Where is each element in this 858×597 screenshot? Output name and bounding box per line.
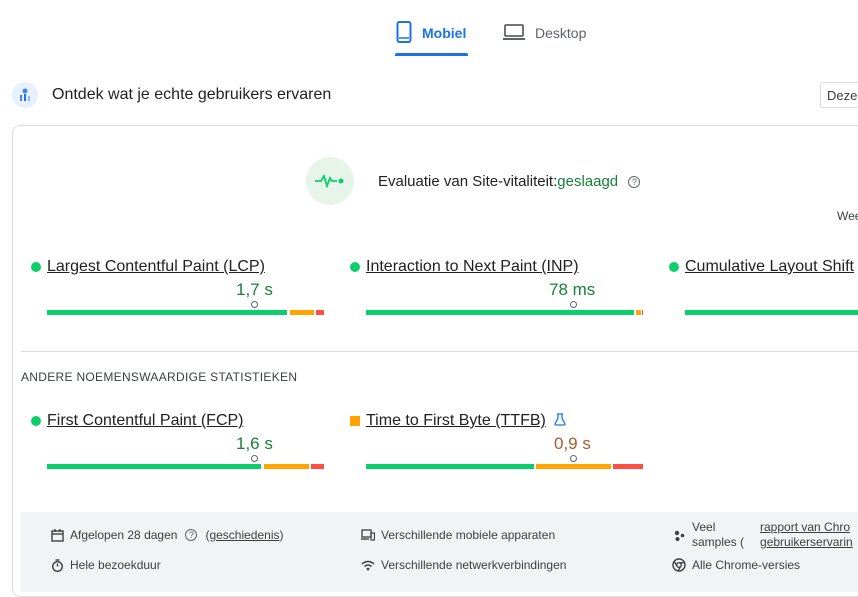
percentile-marker	[569, 301, 577, 308]
samples-icon	[672, 528, 686, 542]
crux-title: Ontdek wat je echte gebruikers ervaren	[52, 86, 332, 103]
header-action-button[interactable]: Deze	[820, 82, 858, 108]
metric-lcp: Largest Contentful Paint (LCP) 1,7 s	[31, 258, 331, 328]
tab-mobile[interactable]: Mobiel	[396, 18, 466, 48]
metric-fcp-value: 1,6 s	[236, 434, 273, 453]
metric-cls: Cumulative Layout Shift	[669, 258, 858, 328]
help-icon[interactable]: ?	[628, 176, 641, 189]
tab-desktop-label: Desktop	[535, 25, 587, 41]
good-status-dot	[31, 416, 41, 426]
field-data-footer: Afgelopen 28 dagen ? (geschiedenis) Hele…	[21, 512, 858, 592]
crux-report-link-line2[interactable]: gebruikerservarin	[760, 535, 853, 550]
metric-lcp-distribution-bar	[47, 301, 324, 315]
crux-header: Ontdek wat je echte gebruikers ervaren	[12, 82, 331, 108]
assessment-label: Evaluatie van Site-vitaliteit:	[378, 173, 558, 190]
duration-info: Hele bezoekduur	[50, 558, 161, 572]
good-status-dot	[669, 262, 679, 272]
laptop-icon	[503, 23, 525, 43]
samples-line2: samples (	[692, 535, 745, 549]
flask-icon	[554, 413, 566, 429]
average-segment	[636, 310, 641, 315]
samples-info: Veel samples ( rapport van Chro gebruike…	[672, 520, 853, 550]
history-link[interactable]: geschiedenis	[209, 528, 279, 542]
stopwatch-icon	[50, 558, 64, 572]
pulse-icon	[306, 157, 354, 205]
devices-label: Verschillende mobiele apparaten	[381, 528, 556, 542]
poor-segment	[316, 310, 324, 315]
metric-lcp-link[interactable]: Largest Contentful Paint (LCP)	[47, 258, 265, 276]
good-segment	[366, 310, 634, 315]
average-segment	[290, 310, 314, 315]
crux-logo-icon	[12, 82, 38, 108]
good-status-dot	[31, 262, 41, 272]
average-status-square	[350, 416, 360, 426]
poor-segment	[311, 464, 324, 469]
calendar-icon	[50, 528, 64, 542]
section-divider	[21, 351, 858, 352]
chrome-label: Alle Chrome-versies	[692, 558, 801, 572]
good-segment	[47, 310, 287, 315]
network-info: Verschillende netwerkverbindingen	[361, 558, 566, 572]
duration-label: Hele bezoekduur	[70, 558, 161, 572]
assessment-result: geslaagd	[557, 173, 619, 190]
chrome-info: Alle Chrome-versies	[672, 558, 800, 572]
metric-lcp-value: 1,7 s	[236, 280, 273, 299]
metric-fcp-distribution-bar	[47, 455, 324, 469]
percentile-marker	[250, 301, 258, 308]
metric-cls-distribution-bar	[685, 310, 858, 315]
period-label: Afgelopen 28 dagen	[70, 528, 178, 542]
network-label: Verschillende netwerkverbindingen	[381, 558, 567, 572]
devices-icon	[361, 528, 375, 542]
good-segment	[685, 310, 858, 315]
metric-fcp: First Contentful Paint (FCP) 1,6 s	[31, 412, 331, 482]
poor-segment	[642, 310, 643, 315]
metric-cls-link[interactable]: Cumulative Layout Shift	[685, 258, 854, 276]
metric-inp-link[interactable]: Interaction to Next Paint (INP)	[366, 258, 579, 276]
metric-ttfb-distribution-bar	[366, 455, 643, 469]
samples-line1: Veel	[692, 520, 716, 534]
crux-report-link[interactable]: rapport van Chro	[760, 520, 853, 535]
wifi-icon	[361, 558, 375, 572]
metric-inp-value: 78 ms	[549, 280, 596, 299]
period-help-icon[interactable]: ?	[185, 529, 198, 541]
form-factor-tabs: Mobiel Desktop	[0, 0, 858, 60]
good-segment	[366, 464, 534, 469]
good-status-dot	[350, 262, 360, 272]
percentile-marker	[250, 455, 258, 462]
average-segment	[264, 464, 309, 469]
tab-mobile-label: Mobiel	[422, 25, 467, 41]
metric-inp-distribution-bar	[366, 301, 643, 315]
active-tab-indicator	[395, 53, 468, 56]
metric-ttfb-value: 0,9 s	[554, 434, 591, 453]
period-info: Afgelopen 28 dagen ? (geschiedenis)	[50, 528, 284, 542]
metric-fcp-link[interactable]: First Contentful Paint (FCP)	[47, 412, 244, 430]
metric-inp: Interaction to Next Paint (INP) 78 ms	[350, 258, 650, 328]
cwv-assessment: Evaluatie van Site-vitaliteit:geslaagd ?	[378, 173, 641, 190]
assessment-cut-label: Wee	[837, 209, 858, 223]
average-segment	[536, 464, 611, 469]
metric-ttfb-link[interactable]: Time to First Byte (TTFB)	[366, 412, 546, 430]
chrome-icon	[672, 558, 686, 572]
metric-ttfb: Time to First Byte (TTFB) 0,9 s	[350, 412, 650, 482]
devices-info: Verschillende mobiele apparaten	[361, 528, 555, 542]
good-segment	[47, 464, 261, 469]
phone-icon	[396, 20, 412, 46]
percentile-marker	[569, 455, 577, 462]
other-metrics-title: ANDERE NOEMENSWAARDIGE STATISTIEKEN	[21, 370, 298, 384]
poor-segment	[613, 464, 643, 469]
tab-desktop[interactable]: Desktop	[503, 18, 586, 48]
